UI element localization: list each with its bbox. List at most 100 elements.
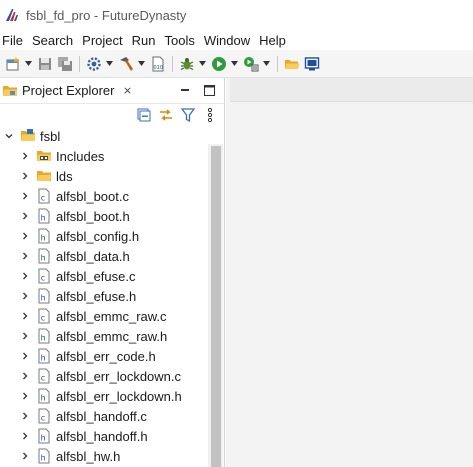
expand-chevron-icon[interactable] bbox=[20, 371, 30, 381]
terminal-icon bbox=[304, 56, 320, 70]
run-button[interactable] bbox=[210, 55, 228, 73]
tree-item[interactable]: h alfsbl_efuse.h bbox=[20, 286, 136, 306]
project-explorer-toolbar bbox=[0, 104, 224, 126]
open-folder-icon bbox=[285, 59, 300, 69]
svg-text:c: c bbox=[41, 414, 45, 423]
tab-project-explorer[interactable]: Project Explorer ⨯ bbox=[0, 78, 132, 104]
svg-text:h: h bbox=[41, 214, 46, 223]
expand-chevron-icon[interactable] bbox=[20, 231, 30, 241]
tree-item[interactable]: h alfsbl_emmc_raw.h bbox=[20, 326, 167, 346]
debug-button[interactable] bbox=[178, 55, 196, 73]
c-header-file-icon: h bbox=[38, 228, 50, 244]
tree-item[interactable]: h alfsbl_hw.h bbox=[20, 446, 120, 466]
scrollbar-thumb[interactable] bbox=[211, 146, 221, 467]
expand-chevron-icon[interactable] bbox=[20, 271, 30, 281]
close-icon[interactable]: ⨯ bbox=[122, 85, 132, 97]
new-button[interactable] bbox=[4, 55, 22, 73]
tree-item[interactable]: c alfsbl_err_lockdown.c bbox=[20, 366, 181, 386]
menu-project[interactable]: Project bbox=[78, 33, 127, 48]
open-folder-button[interactable] bbox=[283, 55, 301, 73]
expand-chevron-icon[interactable] bbox=[20, 311, 30, 321]
tree-item-label: alfsbl_emmc_raw.c bbox=[56, 308, 167, 324]
tree-item[interactable]: h alfsbl_data.h bbox=[20, 246, 130, 266]
expand-chevron-icon[interactable] bbox=[20, 391, 30, 401]
tree-item[interactable]: h alfsbl_err_code.h bbox=[20, 346, 156, 366]
build-button[interactable] bbox=[117, 55, 135, 73]
svg-text:h: h bbox=[41, 334, 46, 343]
svg-text:c: c bbox=[41, 274, 45, 283]
tree-item[interactable]: h alfsbl_err_lockdown.h bbox=[20, 386, 182, 406]
tree-item[interactable]: c alfsbl_efuse.c bbox=[20, 266, 136, 286]
expand-chevron-icon[interactable] bbox=[20, 171, 30, 181]
expand-chevron-icon[interactable] bbox=[20, 191, 30, 201]
terminal-button[interactable] bbox=[303, 55, 321, 73]
expand-chevron-icon[interactable] bbox=[4, 131, 14, 141]
tree-item[interactable]: h alfsbl_config.h bbox=[20, 226, 139, 246]
menu-window[interactable]: Window bbox=[200, 33, 255, 48]
settings-dropdown[interactable] bbox=[105, 55, 113, 73]
expand-chevron-icon[interactable] bbox=[20, 351, 30, 361]
expand-chevron-icon[interactable] bbox=[20, 451, 30, 461]
run-icon bbox=[212, 56, 226, 71]
c-header-file-icon: h bbox=[38, 328, 50, 344]
tree-item-label: alfsbl_handoff.c bbox=[56, 408, 147, 424]
project-explorer-tabbar: Project Explorer ⨯ bbox=[0, 78, 224, 104]
tree-item[interactable]: c alfsbl_handoff.c bbox=[20, 406, 147, 426]
toolbar-separator bbox=[79, 55, 80, 72]
vertical-scrollbar[interactable] bbox=[208, 144, 223, 467]
tree-item-label: alfsbl_err_lockdown.h bbox=[56, 388, 182, 404]
menu-run[interactable]: Run bbox=[128, 33, 161, 48]
tree-item[interactable]: c alfsbl_emmc_raw.c bbox=[20, 306, 167, 326]
filter-icon[interactable] bbox=[180, 107, 196, 123]
tree-item[interactable]: Includes bbox=[20, 146, 104, 166]
menu-help[interactable]: Help bbox=[255, 33, 291, 48]
run-dropdown[interactable] bbox=[230, 55, 238, 73]
svg-text:h: h bbox=[41, 394, 46, 403]
tree-root-label: fsbl bbox=[40, 128, 61, 144]
external-tools-dropdown[interactable] bbox=[262, 55, 270, 73]
c-source-file-icon: c bbox=[38, 408, 50, 424]
build-dropdown[interactable] bbox=[137, 55, 145, 73]
maximize-view-button[interactable] bbox=[202, 83, 216, 97]
expand-chevron-icon[interactable] bbox=[20, 331, 30, 341]
project-explorer-icon bbox=[3, 85, 17, 96]
c-header-file-icon: h bbox=[38, 208, 50, 224]
expand-chevron-icon[interactable] bbox=[20, 251, 30, 261]
settings-button[interactable] bbox=[85, 55, 103, 73]
svg-text:c: c bbox=[41, 314, 45, 323]
tree-item[interactable]: c alfsbl_boot.c bbox=[20, 186, 129, 206]
project-folder-icon bbox=[21, 129, 35, 141]
menu-search[interactable]: Search bbox=[28, 33, 78, 48]
binary-file-icon: 010 bbox=[152, 56, 164, 71]
svg-text:h: h bbox=[41, 434, 46, 443]
folder-icon bbox=[37, 171, 52, 181]
expand-chevron-icon[interactable] bbox=[20, 151, 30, 161]
expand-chevron-icon[interactable] bbox=[20, 291, 30, 301]
tree-item-label: alfsbl_efuse.c bbox=[56, 268, 136, 284]
view-menu-icon[interactable] bbox=[202, 107, 218, 123]
new-dropdown[interactable] bbox=[24, 55, 32, 73]
menu-file[interactable]: File bbox=[0, 33, 28, 48]
tree-node-root[interactable]: fsbl bbox=[4, 126, 60, 146]
expand-chevron-icon[interactable] bbox=[20, 431, 30, 441]
minimize-view-button[interactable] bbox=[178, 83, 192, 97]
svg-text:c: c bbox=[41, 374, 45, 383]
save-all-button[interactable] bbox=[56, 55, 74, 73]
binary-button[interactable]: 010 bbox=[149, 55, 167, 73]
expand-chevron-icon[interactable] bbox=[20, 211, 30, 221]
save-button[interactable] bbox=[36, 55, 54, 73]
window-title: fsbl_fd_pro - FutureDynasty bbox=[26, 7, 187, 23]
collapse-all-icon[interactable] bbox=[136, 107, 152, 123]
tree-item-label: alfsbl_err_lockdown.c bbox=[56, 368, 182, 384]
tree-item[interactable]: lds bbox=[20, 166, 73, 186]
chevron-down-icon bbox=[105, 61, 113, 66]
tree-item[interactable]: h alfsbl_handoff.h bbox=[20, 426, 148, 446]
expand-chevron-icon[interactable] bbox=[20, 411, 30, 421]
debug-dropdown[interactable] bbox=[198, 55, 206, 73]
external-tools-button[interactable] bbox=[242, 55, 260, 73]
tree-item[interactable]: h alfsbl_boot.h bbox=[20, 206, 130, 226]
main-toolbar: 010 bbox=[0, 50, 473, 78]
link-with-editor-icon[interactable] bbox=[158, 107, 174, 123]
svg-text:h: h bbox=[41, 254, 46, 263]
menu-tools[interactable]: Tools bbox=[160, 33, 199, 48]
